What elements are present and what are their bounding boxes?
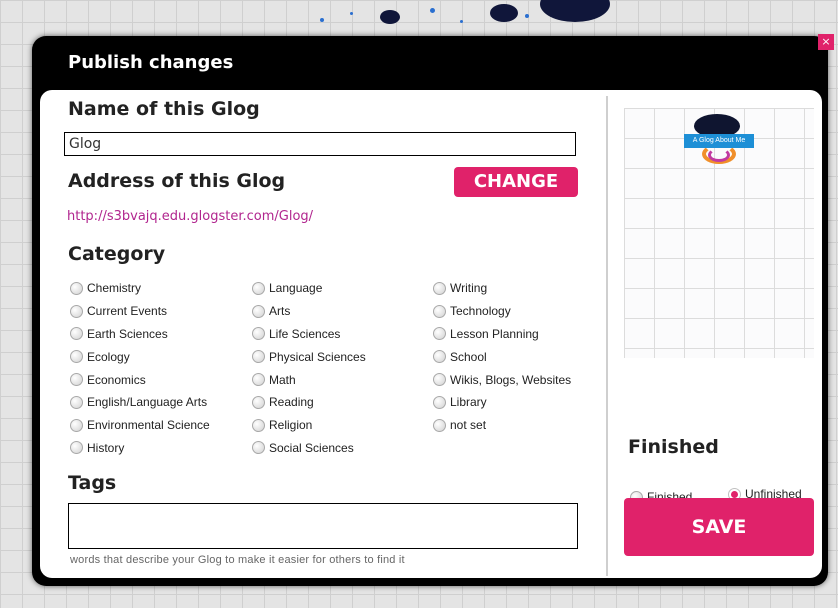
category-radio[interactable] [70,373,83,387]
category-option[interactable]: Lesson Planning [433,323,571,346]
category-radio[interactable] [252,395,265,409]
category-option[interactable]: History [70,437,210,460]
category-option-label: Language [269,281,323,296]
category-radio[interactable] [433,281,446,295]
category-option[interactable]: Reading [252,391,366,414]
tags-heading: Tags [68,472,117,494]
category-radio[interactable] [252,327,265,341]
close-dialog-button[interactable]: × [818,34,834,50]
category-radio[interactable] [433,373,446,387]
category-option-label: not set [450,418,487,433]
category-radio[interactable] [70,395,83,409]
category-option[interactable]: Environmental Science [70,414,210,437]
category-radio[interactable] [252,373,265,387]
category-option-label: Earth Sciences [87,326,168,341]
category-radio[interactable] [433,327,446,341]
category-heading: Category [68,243,166,265]
category-option[interactable]: Arts [252,300,366,323]
category-radio[interactable] [70,304,83,318]
category-radio[interactable] [252,281,265,295]
category-option-label: School [450,349,487,364]
category-radio[interactable] [252,304,265,318]
category-option-label: Arts [269,304,291,319]
category-option[interactable]: Technology [433,300,571,323]
publish-changes-dialog: Publish changes Name of this Glog Glog A… [32,36,828,586]
tags-hint: words that describe your Glog to make it… [70,554,405,566]
category-option-label: Math [269,372,296,387]
category-option-label: Library [450,395,487,410]
category-option-label: Writing [450,281,488,296]
category-option[interactable]: Economics [70,368,210,391]
category-option[interactable]: Ecology [70,345,210,368]
category-option-label: Current Events [87,304,168,319]
address-heading: Address of this Glog [68,170,286,192]
category-option[interactable]: Chemistry [70,277,210,300]
category-option-label: Lesson Planning [450,326,539,341]
category-radio[interactable] [252,418,265,432]
category-option[interactable]: Life Sciences [252,323,366,346]
category-option[interactable]: Earth Sciences [70,323,210,346]
category-option-label: Religion [269,418,313,433]
category-option[interactable]: Social Sciences [252,437,366,460]
category-option-label: Environmental Science [87,418,210,433]
glog-preview-thumbnail: A Glog About Me [624,108,814,358]
category-radio[interactable] [433,350,446,364]
glog-url-link[interactable]: http://s3bvajq.edu.glogster.com/Glog/ [67,209,313,224]
category-option-label: Ecology [87,349,130,364]
glog-preview-logo: A Glog About Me [684,114,754,170]
category-option[interactable]: Writing [433,277,571,300]
category-option[interactable]: Math [252,368,366,391]
background-swirl-artwork [300,0,640,40]
category-option[interactable]: Library [433,391,571,414]
preview-banner-text: A Glog About Me [684,134,754,148]
category-option-label: Chemistry [87,281,142,296]
category-option-label: Life Sciences [269,326,341,341]
finished-heading: Finished [628,436,719,458]
category-radio[interactable] [252,350,265,364]
category-option-label: Social Sciences [269,440,354,455]
category-radio[interactable] [433,395,446,409]
category-radio[interactable] [252,441,265,455]
category-option[interactable]: English/Language Arts [70,391,210,414]
category-option-label: Economics [87,372,146,387]
category-option[interactable]: Religion [252,414,366,437]
category-option-label: English/Language Arts [87,395,208,410]
category-option[interactable]: Physical Sciences [252,345,366,368]
category-radio[interactable] [433,304,446,318]
category-option-label: History [87,440,125,455]
change-address-button[interactable]: CHANGE [454,167,578,197]
category-radio[interactable] [70,327,83,341]
category-column-1: Chemistry Current Events Earth Sciences Eco… [70,277,210,459]
category-option[interactable]: Wikis, Blogs, Websites [433,368,571,391]
category-option[interactable]: Language [252,277,366,300]
category-column-3: Writing Technology Lesson Planning School Wi… [433,277,571,437]
category-option[interactable]: not set [433,414,571,437]
vertical-divider [606,96,608,576]
category-option-label: Wikis, Blogs, Websites [450,372,572,387]
category-radio[interactable] [70,350,83,364]
dialog-content-panel: Name of this Glog Glog Address of this G… [40,90,822,578]
glog-name-input[interactable]: Glog [64,132,576,156]
category-option[interactable]: School [433,345,571,368]
tags-input[interactable] [68,503,578,549]
category-option-label: Reading [269,395,314,410]
name-heading: Name of this Glog [68,98,260,120]
save-button[interactable]: SAVE [624,498,814,556]
category-radio[interactable] [433,418,446,432]
category-radio[interactable] [70,441,83,455]
category-radio[interactable] [70,281,83,295]
category-option-label: Physical Sciences [269,349,366,364]
dialog-title: Publish changes [68,52,234,73]
category-option[interactable]: Current Events [70,300,210,323]
category-column-2: Language Arts Life Sciences Physical Scienc… [252,277,366,459]
category-option-label: Technology [450,304,511,319]
category-radio[interactable] [70,418,83,432]
